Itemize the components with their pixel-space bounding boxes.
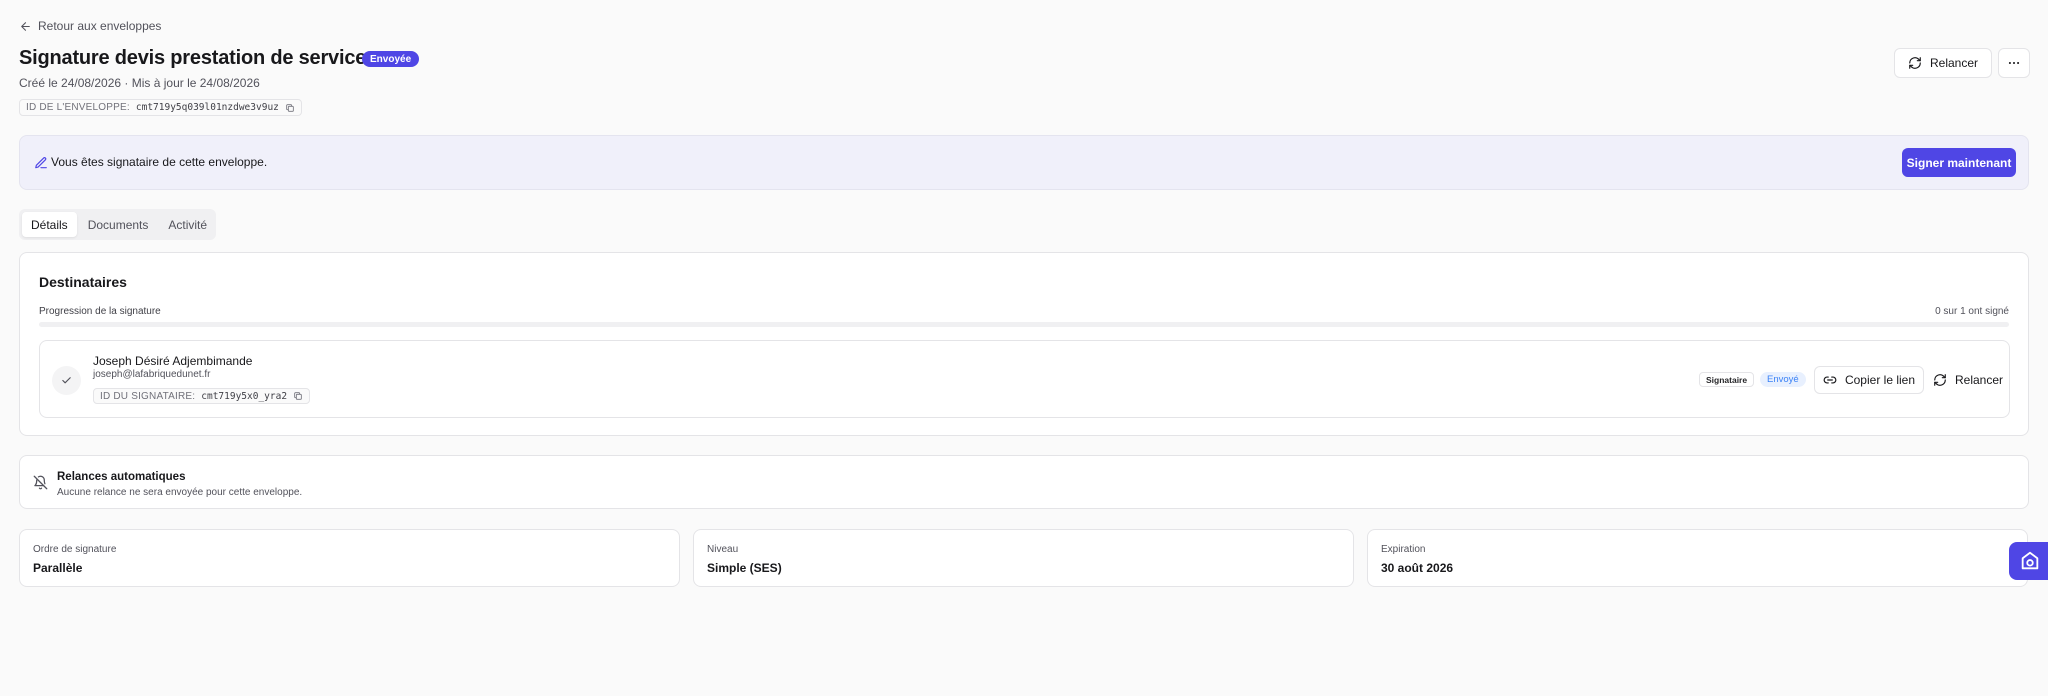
link-icon <box>1823 376 1837 384</box>
more-horizontal-icon <box>2008 61 2020 65</box>
signer-id-value: cmt719y5x0_yra2 <box>201 390 288 402</box>
level-card: Niveau Simple (SES) <box>693 529 1354 587</box>
signer-row: Joseph Désiré Adjembimande joseph@lafabr… <box>39 340 2010 418</box>
progress-count: 0 sur 1 ont signé <box>1935 306 2009 317</box>
refresh-icon <box>1909 57 1921 69</box>
copy-link-label: Copier le lien <box>1844 373 1916 387</box>
expiration-value: 30 août 2026 <box>1381 561 1454 575</box>
envelope-id-label: ID DE L'ENVELOPPE: <box>26 102 130 113</box>
progress-bar <box>39 322 2009 327</box>
banner-text: Vous êtes signataire de cette enveloppe. <box>51 155 268 169</box>
tab-details[interactable]: Détails <box>22 212 77 237</box>
expiration-card: Expiration 30 août 2026 <box>1367 529 2028 587</box>
signer-relancer-button[interactable]: Relancer <box>1930 366 2006 394</box>
support-widget-button[interactable] <box>2009 542 2048 580</box>
pen-icon <box>35 157 47 169</box>
tab-bar: Détails Documents Activité <box>19 209 216 240</box>
signing-order-value: Parallèle <box>33 561 83 575</box>
recipients-title: Destinataires <box>39 274 127 290</box>
sign-now-button[interactable]: Signer maintenant <box>1902 148 2016 177</box>
refresh-icon <box>1934 374 1946 386</box>
envelope-id-value: cmt719y5q039l01nzdwe3v9uz <box>135 102 279 113</box>
signer-status-circle <box>52 366 81 395</box>
tab-documents[interactable]: Documents <box>79 212 158 237</box>
signer-id-label: ID DU SIGNATAIRE: <box>100 390 196 402</box>
signer-banner: Vous êtes signataire de cette enveloppe.… <box>19 135 2029 190</box>
expiration-label: Expiration <box>1381 544 1426 555</box>
reminders-description: Aucune relance ne sera envoyée pour cett… <box>57 487 303 498</box>
copy-icon[interactable] <box>293 391 303 401</box>
reminders-title: Relances automatiques <box>57 471 186 483</box>
envelope-dates: Créé le 24/08/2026 · Mis à jour le 24/08… <box>19 76 260 90</box>
relancer-label: Relancer <box>1929 56 1979 70</box>
signing-order-card: Ordre de signature Parallèle <box>19 529 680 587</box>
progress-label: Progression de la signature <box>39 306 161 317</box>
tab-activity[interactable]: Activité <box>159 212 216 237</box>
support-widget-icon <box>2021 551 2038 570</box>
signer-relancer-label: Relancer <box>1954 373 2004 387</box>
signer-email: joseph@lafabriquedunet.fr <box>93 369 211 380</box>
back-link-label: Retour aux enveloppes <box>38 19 162 33</box>
signer-role-badge: Signataire <box>1699 372 1755 387</box>
page-title: Signature devis prestation de services <box>19 47 378 69</box>
envelope-id-chip: ID DE L'ENVELOPPE: cmt719y5q039l01nzdwe3… <box>19 99 302 116</box>
copy-icon[interactable] <box>285 103 295 113</box>
check-icon <box>62 377 71 384</box>
signer-id-chip: ID DU SIGNATAIRE: cmt719y5x0_yra2 <box>93 388 311 404</box>
more-options-button[interactable] <box>1998 48 2030 78</box>
signing-order-label: Ordre de signature <box>33 544 117 555</box>
envelope-status-badge: Envoyée <box>362 51 420 67</box>
reminders-card: Relances automatiques Aucune relance ne … <box>19 455 2029 509</box>
level-label: Niveau <box>707 544 739 555</box>
signer-status-badge: Envoyé <box>1760 372 1806 387</box>
bell-off-icon <box>33 475 48 490</box>
relancer-button[interactable]: Relancer <box>1894 48 1992 78</box>
copy-link-button[interactable]: Copier le lien <box>1814 366 1924 394</box>
level-value: Simple (SES) <box>707 561 782 575</box>
recipients-card: Destinataires Progression de la signatur… <box>19 252 2029 436</box>
arrow-left-icon <box>21 21 30 31</box>
back-to-envelopes-link[interactable]: Retour aux enveloppes <box>19 19 161 33</box>
signer-name: Joseph Désiré Adjembimande <box>93 354 253 368</box>
